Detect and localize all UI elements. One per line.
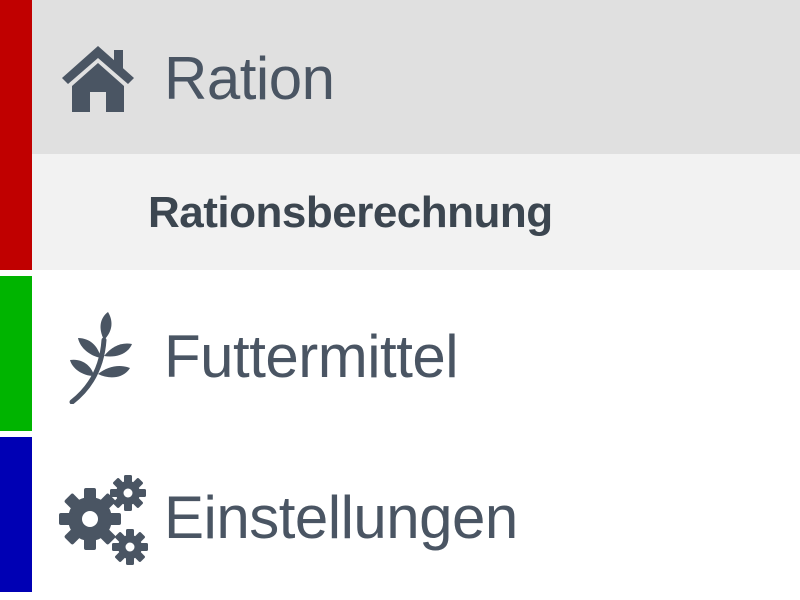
menu-group-einstellungen: Einstellungen	[0, 437, 800, 592]
menu-group-ration: Ration Rationsberechnung	[0, 0, 800, 270]
menu-item-futtermittel[interactable]: Futtermittel	[32, 276, 800, 431]
gears-icon	[58, 473, 148, 565]
submenu-item-rationsberechnung[interactable]: Rationsberechnung	[32, 154, 800, 270]
menu-item-ration-label: Ration	[164, 45, 335, 112]
accent-bar-einstellungen	[0, 437, 32, 592]
leaf-icon	[68, 310, 134, 404]
sidebar-menu: Ration Rationsberechnung Futtermittel Ei…	[0, 0, 800, 600]
menu-item-futtermittel-label: Futtermittel	[164, 323, 459, 390]
home-icon	[60, 42, 136, 114]
menu-item-einstellungen[interactable]: Einstellungen	[32, 437, 800, 592]
submenu-item-rationsberechnung-label: Rationsberechnung	[148, 188, 553, 237]
accent-bar-futtermittel	[0, 276, 32, 431]
menu-item-ration[interactable]: Ration	[32, 0, 800, 154]
accent-bar-ration	[0, 0, 32, 270]
menu-group-futtermittel: Futtermittel	[0, 276, 800, 431]
menu-item-einstellungen-label: Einstellungen	[164, 484, 518, 551]
